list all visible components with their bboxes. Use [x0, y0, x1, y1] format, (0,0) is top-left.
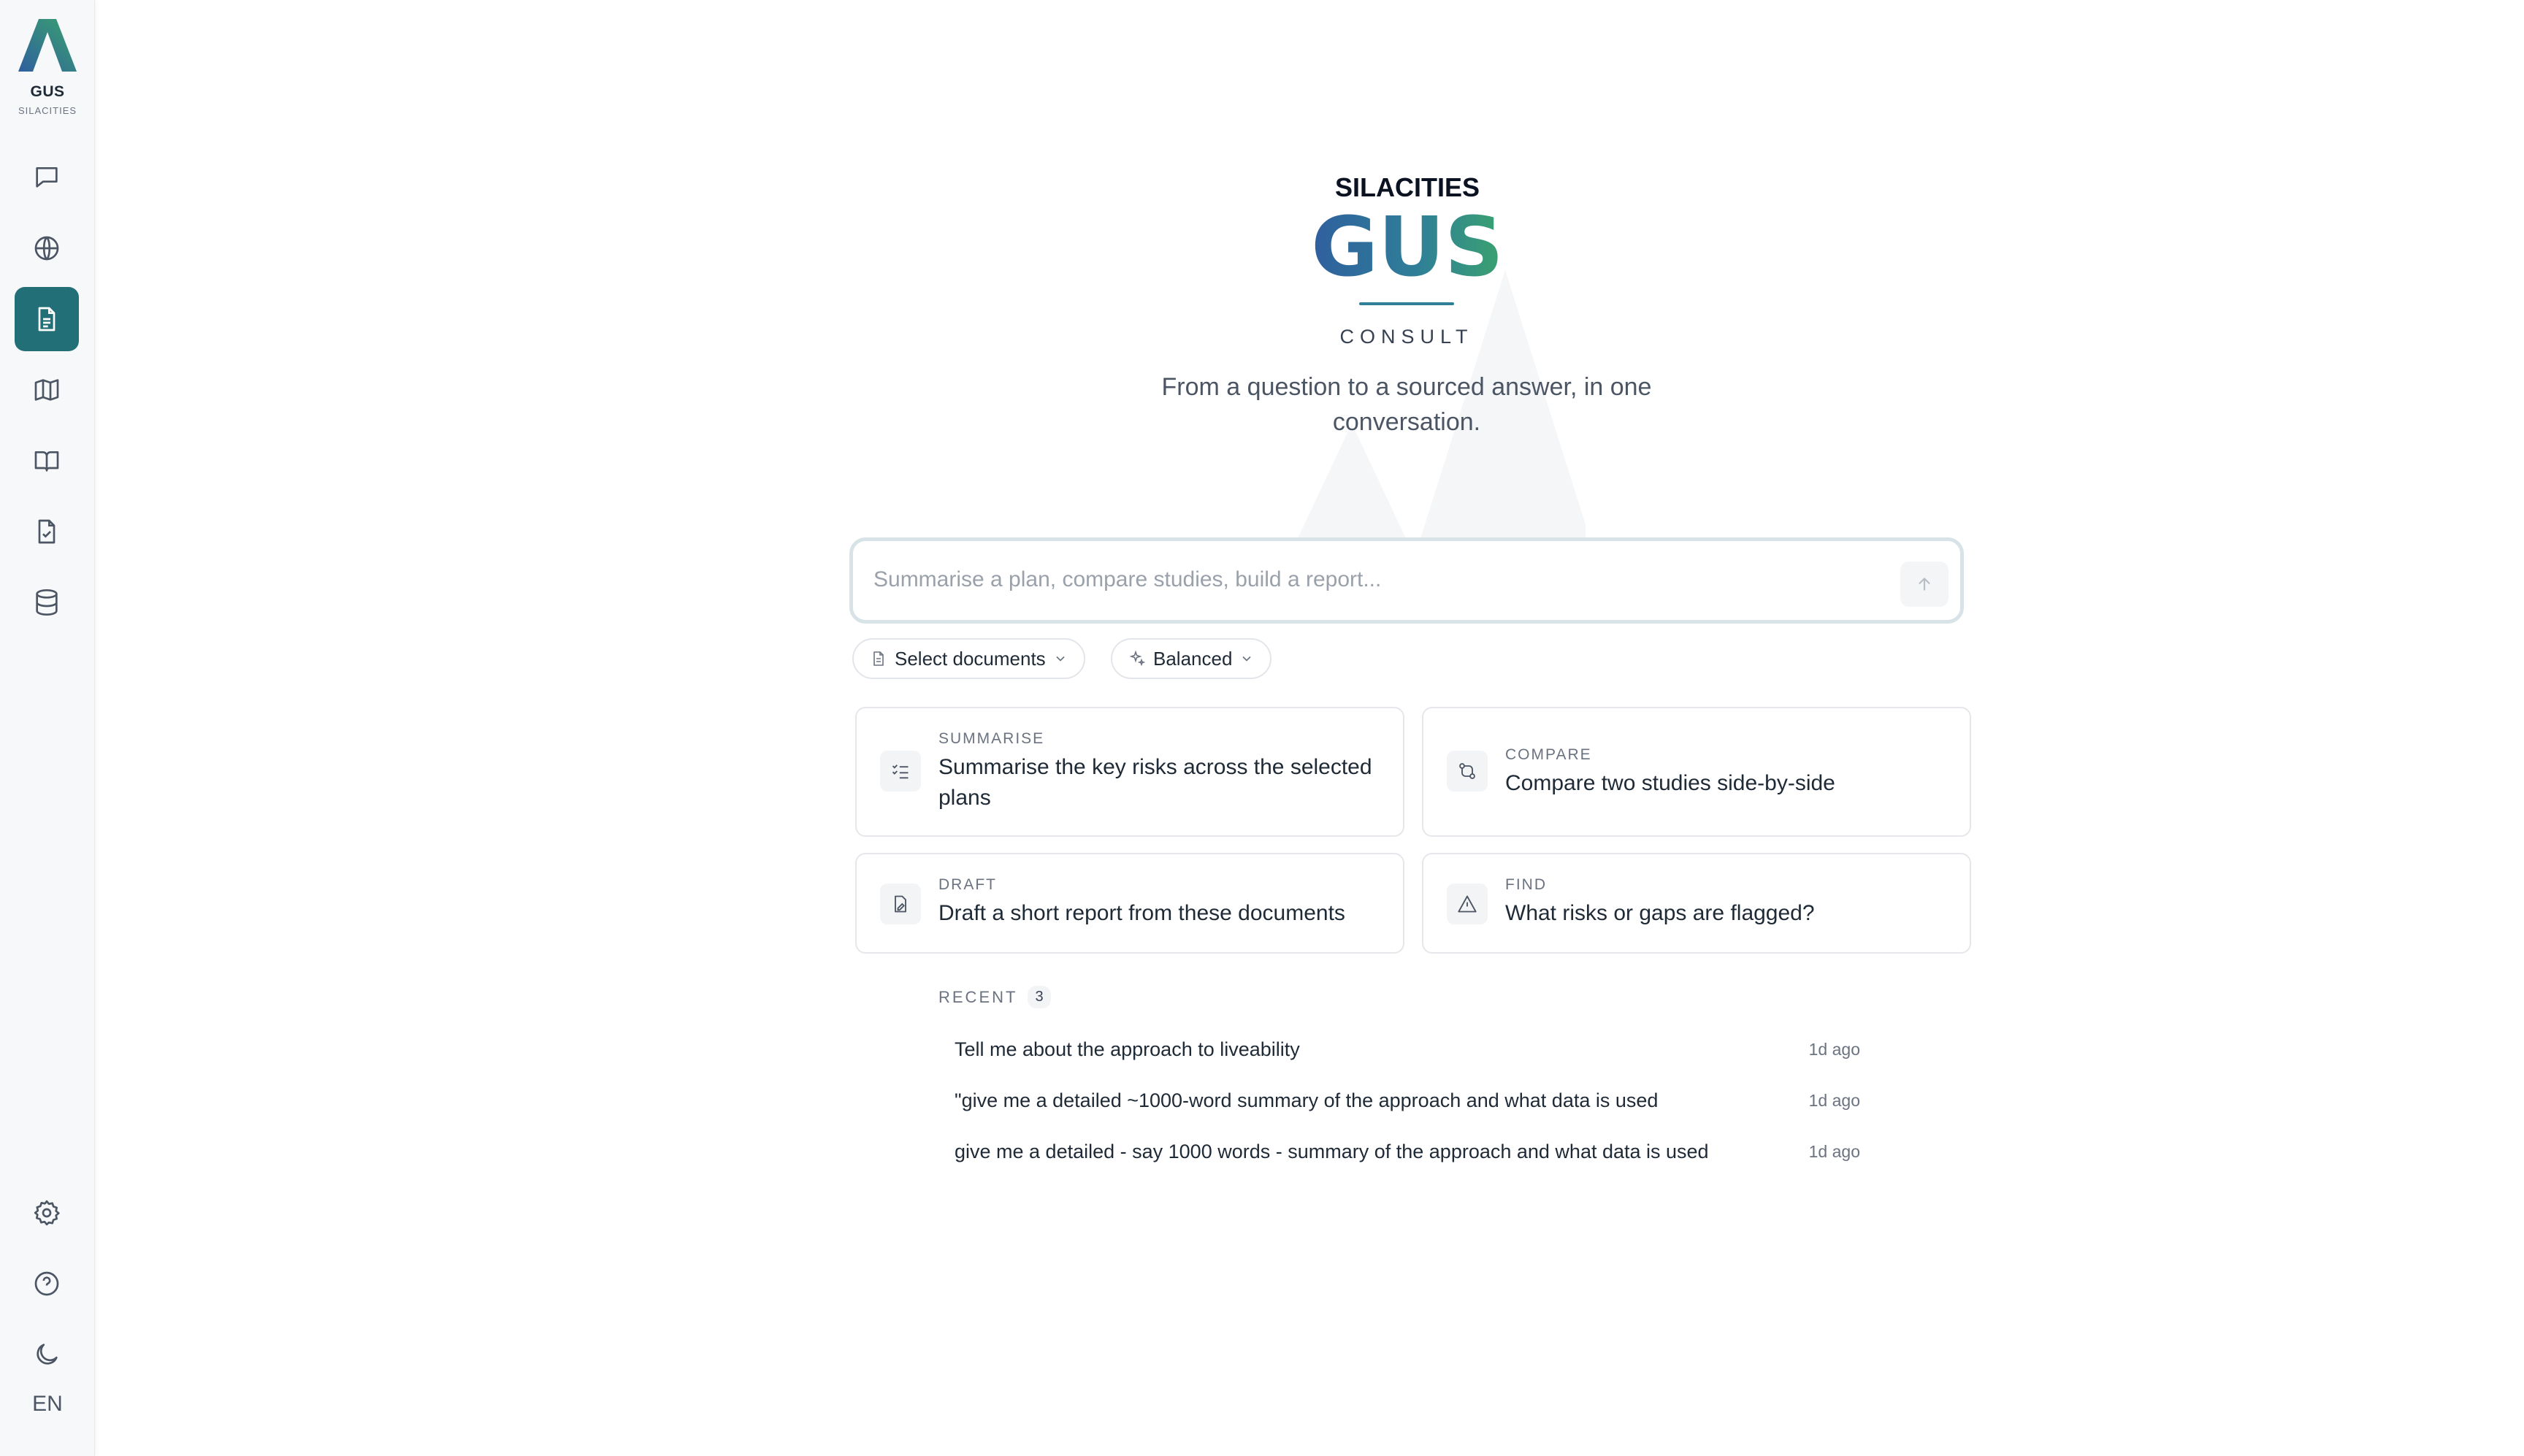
select-documents-dropdown[interactable]: Select documents: [852, 638, 1085, 679]
sidebar-item-globe[interactable]: [15, 216, 79, 280]
logo-icon: [18, 19, 77, 72]
recent-count-badge: 3: [1028, 986, 1051, 1008]
recent-header: RECENT 3: [938, 986, 1051, 1008]
file-check-icon: [38, 519, 56, 544]
card-tag: FIND: [1505, 876, 1547, 893]
chevron-down-icon: [1056, 656, 1065, 662]
warning-icon-wrap: [1447, 884, 1488, 924]
card-tag: DRAFT: [938, 876, 997, 893]
book-icon: [34, 451, 59, 472]
document-icon: [873, 651, 884, 666]
map-icon: [34, 379, 59, 401]
sparkles-icon: [1129, 650, 1146, 667]
sidebar-logo[interactable]: GUS SILACITIES: [0, 19, 95, 116]
recent-item[interactable]: give me a detailed - say 1000 words - su…: [955, 1133, 1860, 1170]
sidebar-item-library[interactable]: [15, 429, 79, 493]
select-documents-label: Select documents: [895, 647, 1046, 670]
document-icon: [38, 307, 56, 332]
chevron-down-icon: [1242, 656, 1252, 662]
recent-time: 1d ago: [1808, 1090, 1860, 1110]
card-text: Compare two studies side-by-side: [1505, 771, 1835, 795]
database-icon: [36, 589, 58, 616]
suggestion-card-find[interactable]: FIND What risks or gaps are flagged?: [1422, 853, 1971, 954]
sidebar-item-help[interactable]: [15, 1252, 79, 1316]
warning-icon: [1458, 895, 1477, 913]
checklist-icon-wrap: [880, 751, 921, 792]
mode-dropdown[interactable]: Balanced: [1111, 638, 1272, 679]
sidebar-item-map[interactable]: [15, 358, 79, 422]
product-name: CONSULT: [1339, 326, 1474, 348]
theme-toggle[interactable]: [15, 1322, 79, 1387]
card-tag: SUMMARISE: [938, 730, 1045, 747]
card-text: Summarise the key risks across the selec…: [938, 755, 1372, 810]
gus-logo-text: GUS: [1311, 206, 1504, 286]
language-switcher[interactable]: EN: [0, 1392, 95, 1417]
brand-divider: [1359, 302, 1454, 305]
card-text: Draft a short report from these document…: [938, 901, 1345, 925]
chat-icon: [36, 167, 58, 188]
brand-wordmark: SILACITIES: [1334, 172, 1480, 202]
brand-subtitle: SILACITIES: [18, 105, 77, 116]
recent-item[interactable]: "give me a detailed ~1000-word summary o…: [955, 1082, 1860, 1119]
recent-question: "give me a detailed ~1000-word summary o…: [955, 1089, 1659, 1111]
card-text: What risks or gaps are flagged?: [1505, 901, 1815, 925]
help-icon: [34, 1271, 59, 1296]
recent-item[interactable]: Tell me about the approach to liveabilit…: [955, 1031, 1860, 1068]
checklist-icon: [892, 765, 909, 779]
moon-icon: [37, 1344, 58, 1365]
draft-icon-wrap: [880, 884, 921, 924]
suggestion-card-compare[interactable]: COMPARE Compare two studies side-by-side: [1422, 707, 1971, 837]
recent-label: RECENT: [938, 987, 1018, 1006]
send-button[interactable]: [1900, 562, 1949, 607]
arrow-up-icon: [1919, 578, 1930, 591]
search-box: [849, 537, 1964, 624]
brand-name: GUS: [30, 83, 65, 100]
recent-time: 1d ago: [1808, 1039, 1860, 1059]
compare-icon: [1459, 763, 1475, 779]
suggestion-card-summarise[interactable]: SUMMARISE Summarise the key risks across…: [855, 707, 1404, 837]
gear-icon: [34, 1200, 60, 1226]
tagline: From a question to a sourced answer, in …: [1161, 373, 1652, 436]
sidebar-item-data[interactable]: [15, 570, 79, 635]
sidebar-item-chat[interactable]: [15, 145, 79, 209]
sidebar-item-settings[interactable]: [15, 1181, 79, 1245]
globe-icon: [34, 236, 59, 261]
mode-label: Balanced: [1153, 647, 1233, 670]
main-area: SILACITIES GUS CONSULT From a question t…: [96, 0, 2524, 1456]
recent-question: give me a detailed - say 1000 words - su…: [955, 1140, 1709, 1162]
draft-icon: [895, 895, 906, 913]
gus-logo: GUS: [1311, 206, 1504, 286]
search-input[interactable]: [873, 563, 1852, 597]
sidebar-item-documents[interactable]: [15, 287, 79, 351]
recent-question: Tell me about the approach to liveabilit…: [955, 1038, 1300, 1060]
recent-time: 1d ago: [1808, 1141, 1860, 1161]
suggestion-card-draft[interactable]: DRAFT Draft a short report from these do…: [855, 853, 1404, 954]
compare-icon-wrap: [1447, 751, 1488, 792]
sidebar: GUS SILACITIES EN: [0, 0, 95, 1456]
sidebar-item-reviews[interactable]: [15, 499, 79, 564]
card-tag: COMPARE: [1505, 746, 1592, 763]
